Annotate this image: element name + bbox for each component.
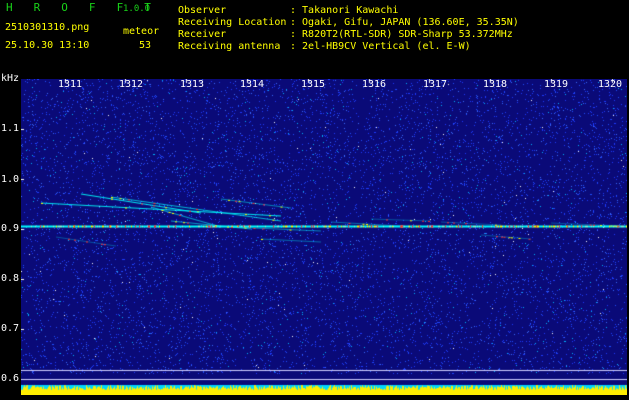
y-tick-label: 1.1 (1, 123, 20, 134)
y-tick-label: 0.8 (1, 273, 20, 284)
y-tick-label: 0.9 (1, 223, 20, 234)
y-tick-label: 0.6 (1, 373, 20, 384)
x-tick-label: 1316 (362, 79, 387, 90)
x-tick-label: 1318 (483, 79, 508, 90)
receiver-label: Receiver (178, 29, 227, 40)
filename-label: 2510301310.png (5, 22, 90, 33)
spectrogram-canvas (21, 79, 627, 395)
x-tick-label: 1319 (544, 79, 569, 90)
x-tick-label: 1311 (58, 79, 83, 90)
x-tick-label: 1317 (423, 79, 448, 90)
location-label: Receiving Location (178, 17, 287, 28)
x-tick-label: 1320 (598, 79, 623, 90)
y-tick-label: 0.7 (1, 323, 20, 334)
x-tick-label: 1312 (119, 79, 144, 90)
meteor-count: 53 (139, 40, 152, 51)
observer-label: Observer (178, 5, 227, 16)
datetime-label: 25.10.30 13:10 (5, 40, 90, 51)
x-tick-label: 1315 (301, 79, 326, 90)
meteor-label: meteor (123, 26, 160, 37)
antenna-value: : 2el-HB9CV Vertical (el. E-W) (290, 41, 471, 52)
location-value: : Ogaki, Gifu, JAPAN (136.60E, 35.35N) (290, 17, 519, 28)
x-tick-label: 1314 (240, 79, 265, 90)
observer-value: : Takanori Kawachi (290, 5, 399, 16)
y-tick-label: 1.0 (1, 174, 20, 185)
antenna-label: Receiving antenna (178, 41, 281, 52)
receiver-value: : R820T2(RTL-SDR) SDR-Sharp 53.372MHz (290, 29, 513, 40)
y-axis-unit: kHz (1, 73, 20, 84)
x-tick-label: 1313 (180, 79, 205, 90)
version-label: 1.0.0 (123, 4, 151, 14)
